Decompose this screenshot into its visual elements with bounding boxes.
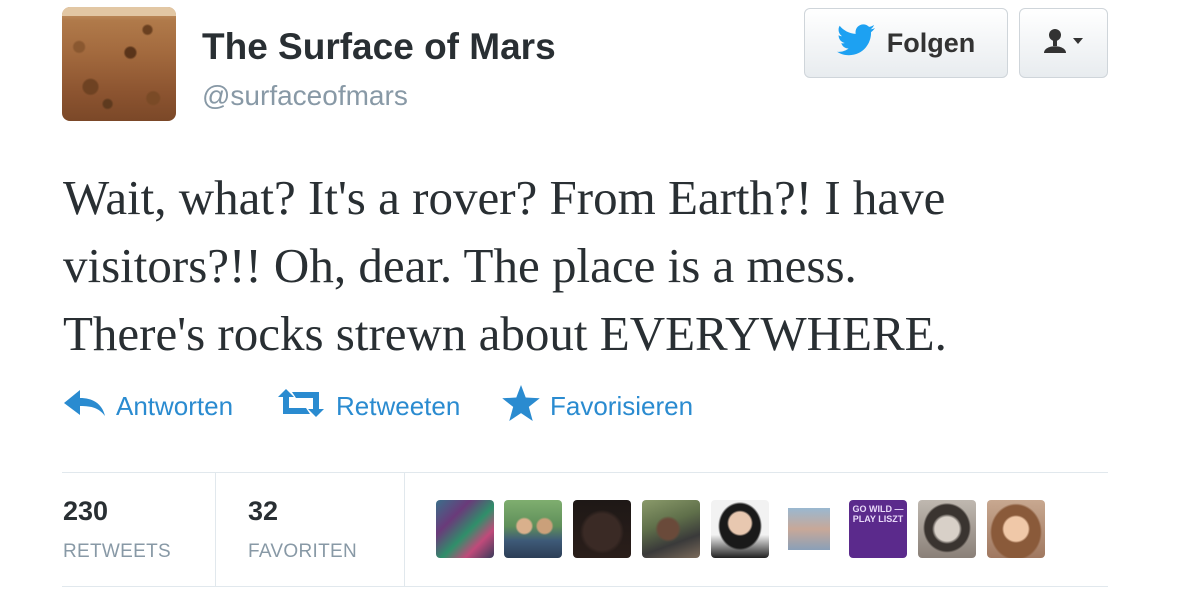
tweet-line: visitors?!! Oh, dear. The place is a mes… xyxy=(63,238,857,293)
favorite-label: Favorisieren xyxy=(550,390,694,421)
reply-icon xyxy=(62,387,106,426)
divider-bottom xyxy=(62,586,1108,587)
favoriter-avatar[interactable] xyxy=(918,500,976,558)
favoriter-avatar-text: GO WILD — PLAY LISZT xyxy=(852,504,904,524)
favorites-label: FAVORITEN xyxy=(248,541,357,562)
star-icon xyxy=(502,384,540,428)
retweets-label: RETWEETS xyxy=(63,541,171,562)
profile-avatar[interactable] xyxy=(62,7,176,121)
retweet-action[interactable]: Retweeten xyxy=(276,386,460,426)
retweet-label: Retweeten xyxy=(336,390,461,421)
tweet-line: Wait, what? It's a rover? From Earth?! I… xyxy=(63,170,946,225)
favoriter-avatar[interactable] xyxy=(642,500,700,558)
twitter-bird-icon xyxy=(836,23,875,63)
favoriter-avatar[interactable] xyxy=(780,500,838,558)
follow-button-label: Folgen xyxy=(886,27,976,58)
tweet-text: Wait, what? It's a rover? From Earth?! I… xyxy=(63,164,1143,368)
retweets-count: 230 xyxy=(63,496,109,526)
retweet-icon xyxy=(276,388,326,425)
user-dropdown-button[interactable] xyxy=(1019,8,1108,78)
favoriter-avatar[interactable] xyxy=(436,500,494,558)
favorites-stat[interactable]: 32 FAVORITEN xyxy=(248,496,357,563)
user-dropdown-icon xyxy=(1039,26,1089,61)
favoriter-avatar[interactable] xyxy=(711,500,769,558)
favoriter-avatar[interactable] xyxy=(504,500,562,558)
reply-label: Antworten xyxy=(116,390,234,421)
favorites-count: 32 xyxy=(248,496,279,526)
stat-divider xyxy=(215,472,216,586)
stat-divider xyxy=(404,472,405,586)
follow-button[interactable]: Folgen xyxy=(804,8,1008,78)
tweet-line: There's rocks strewn about EVERYWHERE. xyxy=(63,306,947,361)
divider-top xyxy=(62,472,1108,473)
favoriter-avatar[interactable]: GO WILD — PLAY LISZT xyxy=(849,500,907,558)
profile-name[interactable]: The Surface of Mars xyxy=(202,26,556,68)
favoriter-avatar[interactable] xyxy=(573,500,631,558)
reply-action[interactable]: Antworten xyxy=(62,386,233,426)
profile-handle[interactable]: @surfaceofmars xyxy=(202,80,408,112)
retweets-stat[interactable]: 230 RETWEETS xyxy=(63,496,171,563)
favoriter-avatar[interactable] xyxy=(987,500,1045,558)
favorite-action[interactable]: Favorisieren xyxy=(502,384,694,428)
